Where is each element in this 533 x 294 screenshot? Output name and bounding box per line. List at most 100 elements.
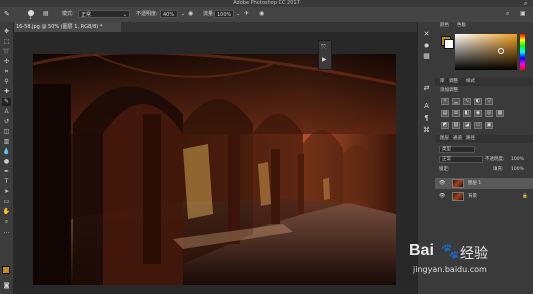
layer-row[interactable]: 👁 图层 1 xyxy=(435,178,533,189)
history-brush-tool-icon[interactable]: ↺ xyxy=(2,118,11,126)
path-select-tool-icon[interactable]: ➤ xyxy=(2,188,11,196)
search-icon[interactable]: ⌕ xyxy=(506,10,509,18)
brightness-icon[interactable]: ✹ xyxy=(422,42,431,50)
document-tab[interactable]: 16-58.jpg @ 50% (图层 1, RGB/8) * xyxy=(13,22,121,32)
layer-filter-select[interactable]: 类型 xyxy=(439,146,475,153)
floating-toolbar: ⤧ ▶ xyxy=(318,40,332,70)
layer-opacity-label: 不透明度: xyxy=(485,157,505,162)
mode-value: 正常 xyxy=(81,12,92,18)
church-hall-photo xyxy=(33,54,396,285)
blend-mode-value: 正常 xyxy=(442,157,451,162)
eye-icon[interactable]: 👁 xyxy=(439,178,445,189)
quick-mask-icon[interactable]: ◙ xyxy=(2,282,11,290)
watermark-brand2: 经验 xyxy=(460,246,488,262)
character-icon[interactable]: A xyxy=(422,102,431,110)
hand-tool-icon[interactable]: ✋ xyxy=(2,208,11,216)
blend-mode-select[interactable]: 正常 xyxy=(439,156,483,163)
tab-swatches[interactable]: 色板 xyxy=(457,22,466,30)
layer-row[interactable]: 👁 背景 🔒 xyxy=(435,191,533,202)
brush-preset-picker[interactable]: 1 xyxy=(25,9,37,20)
tab-styles[interactable]: 样式 xyxy=(466,78,475,86)
search-icon[interactable]: ⌕ xyxy=(524,0,527,7)
chevron-down-icon: ⌄ xyxy=(122,12,127,18)
color-cursor xyxy=(498,48,504,54)
anchor-icon[interactable]: ⤧ xyxy=(321,44,326,52)
layer-name: 图层 1 xyxy=(468,181,482,186)
eraser-tool-icon[interactable]: ◫ xyxy=(2,128,11,136)
color-lookup-icon[interactable]: ▦ xyxy=(496,110,504,117)
threshold-icon[interactable]: ◪ xyxy=(463,122,471,129)
channel-mixer-icon[interactable]: ◎ xyxy=(485,110,493,117)
background-color-swatch[interactable] xyxy=(444,39,454,49)
brightness-contrast-icon[interactable]: ☼ xyxy=(441,98,449,105)
crop-tool-icon[interactable]: ⌗ xyxy=(2,68,11,76)
tab-adjustments[interactable]: 调整 xyxy=(449,78,458,86)
dodge-tool-icon[interactable]: ● xyxy=(2,158,11,166)
tools-x-icon[interactable]: ✕ xyxy=(422,30,431,38)
levels-icon[interactable]: ▁ xyxy=(452,98,460,105)
blur-tool-icon[interactable]: 💧 xyxy=(2,148,11,156)
gradient-tool-icon[interactable]: ▥ xyxy=(2,138,11,146)
hue-saturation-icon[interactable]: ▤ xyxy=(441,110,449,117)
brush-panel-icon[interactable]: ▤ xyxy=(43,10,49,18)
posterize-icon[interactable]: ▧ xyxy=(452,122,460,129)
move-tool-icon[interactable]: ✥ xyxy=(2,28,11,36)
tab-paths[interactable]: 路径 xyxy=(466,135,475,143)
rectangle-tool-icon[interactable]: ▭ xyxy=(2,198,11,206)
workspace-icon[interactable]: ▣ xyxy=(520,10,526,18)
color-balance-icon[interactable]: ⚖ xyxy=(452,110,460,117)
eyedropper-tool-icon[interactable]: ⚲ xyxy=(2,78,11,86)
pen-tool-icon[interactable]: ✒ xyxy=(2,168,11,176)
more-tools-icon[interactable]: … xyxy=(2,228,11,236)
color-picker-field[interactable] xyxy=(455,34,517,70)
tab-color[interactable]: 颜色 xyxy=(440,22,449,30)
hue-slider[interactable] xyxy=(520,34,525,70)
options-bar: ✎ 1 ▤ 模式: 正常 ⌄ 不透明度: 40% ⌄ ◉ 流量: 100% ⌄ … xyxy=(0,7,533,23)
healing-tool-icon[interactable]: ✚ xyxy=(2,88,11,96)
mode-select[interactable]: 正常 ⌄ xyxy=(78,10,130,18)
fill-value[interactable]: 100% xyxy=(511,166,524,173)
quick-select-tool-icon[interactable]: ✣ xyxy=(2,58,11,66)
flow-field[interactable]: 100% xyxy=(214,10,234,18)
paragraph-icon[interactable]: ¶ xyxy=(422,114,431,122)
pressure-opacity-icon[interactable]: ◉ xyxy=(188,10,193,18)
chevron-down-icon[interactable]: ⌄ xyxy=(236,10,240,18)
photo-filter-icon[interactable]: ◉ xyxy=(474,110,482,117)
airbrush-icon[interactable]: ✈ xyxy=(244,10,249,18)
zoom-tool-icon[interactable]: ⌕ xyxy=(2,218,11,226)
tab-channels[interactable]: 通道 xyxy=(453,135,462,143)
brush-tool-icon[interactable]: ✎ xyxy=(4,10,10,18)
brush-size: 1 xyxy=(29,15,32,20)
lasso-tool-icon[interactable]: ➰ xyxy=(2,48,11,56)
foreground-color-swatch[interactable] xyxy=(2,266,10,274)
document-canvas[interactable] xyxy=(33,54,396,285)
layers-tabs: 图层 通道 路径 xyxy=(435,135,533,143)
opacity-field[interactable]: 40% xyxy=(160,10,178,18)
opacity-label: 不透明度: xyxy=(136,11,158,17)
eye-icon[interactable]: 👁 xyxy=(439,191,445,202)
clone-stamp-tool-icon[interactable]: ♙ xyxy=(2,108,11,116)
tab-layers[interactable]: 图层 xyxy=(440,135,449,143)
curves-icon[interactable]: ∿ xyxy=(463,98,471,105)
tab-libraries[interactable]: 库 xyxy=(440,78,445,86)
glyph-icon[interactable]: ⌘ xyxy=(422,126,431,134)
marquee-tool-icon[interactable]: ⬚ xyxy=(2,38,11,46)
invert-icon[interactable]: ◩ xyxy=(441,122,449,129)
brush-tool-icon[interactable]: ✎ xyxy=(2,98,11,106)
selective-color-icon[interactable]: ▣ xyxy=(485,122,493,129)
app-title: Adobe Photoshop CC 2017 xyxy=(233,0,300,6)
exposure-icon[interactable]: ◐ xyxy=(474,98,482,105)
layer-opacity-value[interactable]: 100% xyxy=(511,156,524,163)
vibrance-icon[interactable]: ▽ xyxy=(485,98,493,105)
type-tool-icon[interactable]: T xyxy=(2,178,11,186)
gradient-map-icon[interactable]: ▭ xyxy=(474,122,482,129)
properties-icon[interactable]: ▦ xyxy=(422,52,431,60)
lock-label: 锁定: xyxy=(439,167,450,172)
layer-comp-icon[interactable]: ⇄ xyxy=(422,84,431,92)
black-white-icon[interactable]: ◧ xyxy=(463,110,471,117)
play-icon[interactable]: ▶ xyxy=(322,56,327,64)
fill-label: 填充: xyxy=(493,167,504,172)
chevron-down-icon[interactable]: ⌄ xyxy=(181,10,185,18)
pressure-size-icon[interactable]: ◉ xyxy=(259,10,264,18)
library-tabs: 库 调整 样式 xyxy=(435,78,533,86)
